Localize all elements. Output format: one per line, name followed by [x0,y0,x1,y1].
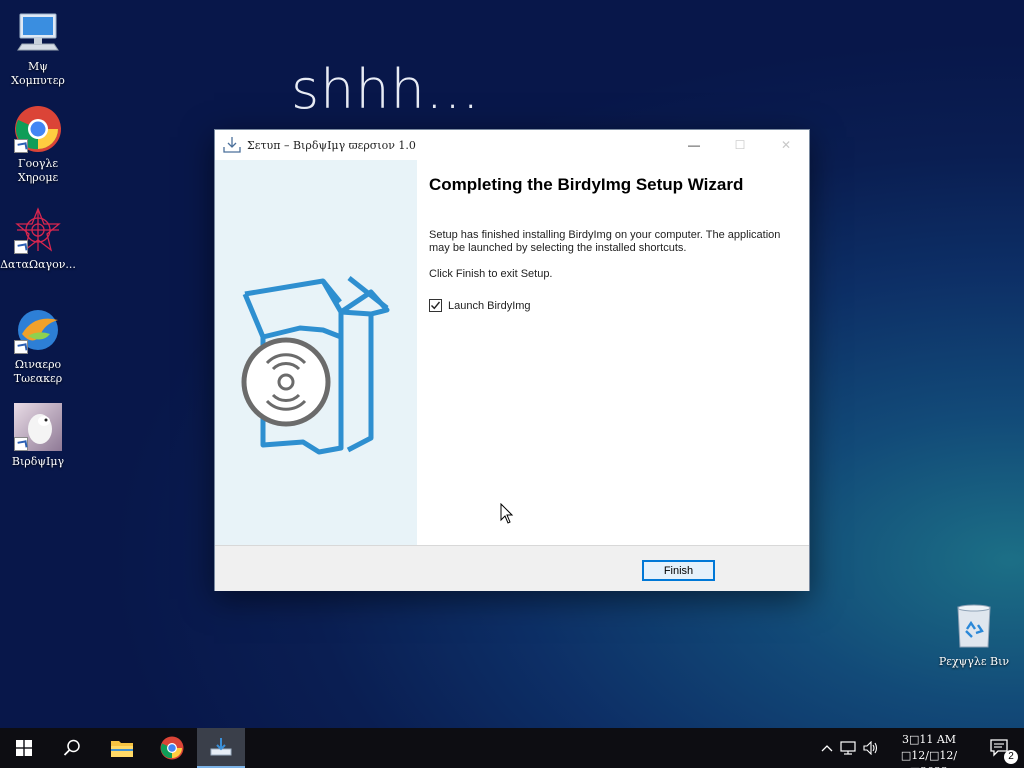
wallpaper-text: shhh... [291,58,481,121]
wizard-footer: Finish [215,545,809,591]
wizard-side-panel [215,160,417,545]
mouse-cursor-icon [500,502,514,530]
install-complete-text: Setup has finished installing BirdyImg o… [429,229,781,254]
clock[interactable]: 3□11 AM □12/□12/□2022 [884,732,974,768]
datawagon-icon [14,206,62,254]
taskbar-file-explorer[interactable] [98,728,146,768]
shortcut-arrow-icon [14,340,28,354]
start-button[interactable] [0,728,48,768]
computer-icon [14,8,62,56]
wizard-heading: Completing the BirdyImg Setup Wizard [429,175,744,194]
desktop-icon-google-chrome[interactable]: Γοογλε Χηρομε [0,105,76,185]
launch-checkbox[interactable] [429,299,442,312]
birdyimg-icon [14,403,62,451]
taskbar-chrome[interactable] [148,728,196,768]
title-bar[interactable]: Σετυπ – ΒιρδψΙμγ ϖερσιον 1.0 — ☐ ✕ [215,130,809,160]
notification-count-badge: 2 [1004,750,1018,764]
search-icon [63,739,80,756]
taskbar-setup[interactable] [197,728,245,768]
setup-icon [223,136,241,154]
show-hidden-icons-button[interactable] [818,744,836,752]
minimize-button[interactable]: — [671,130,717,160]
network-button[interactable] [836,741,860,755]
launch-checkbox-row[interactable]: Launch BirdyImg [429,299,799,312]
desktop-icon-label: Γοογλε Χηρομε [17,157,59,184]
winaero-tweaker-icon [14,306,62,354]
desktop-icon-datawagon[interactable]: ΔαταΩαγον... [0,206,76,272]
shortcut-arrow-icon [14,437,28,451]
chrome-icon [14,105,62,153]
speaker-icon [863,741,878,755]
desktop-icon-recycle-bin[interactable]: Ρεχψγλε Βιν [936,603,1012,669]
clock-time: 3□11 AM [901,733,957,746]
taskbar: 3□11 AM □12/□12/□2022 2 [0,728,1024,768]
file-explorer-icon [111,741,133,757]
wizard-content: Completing the BirdyImg Setup Wizard Set… [429,160,799,312]
chevron-up-icon [821,745,833,752]
start-icon [16,740,32,756]
desktop-icon-label: Ωιναερο Τωεακερ [13,358,63,385]
recycle-bin-icon [950,603,998,651]
software-box-icon [241,276,390,455]
desktop-icon-label: ΔαταΩαγον... [0,258,76,271]
close-button: ✕ [780,138,792,152]
volume-button[interactable] [860,741,882,755]
clock-date: □12/□12/□2022 [900,749,958,768]
action-center-button[interactable]: 2 [976,728,1024,768]
shortcut-arrow-icon [14,139,28,153]
launch-checkbox-label[interactable]: Launch BirdyImg [448,300,531,312]
shortcut-arrow-icon [14,240,28,254]
desktop-icon-label: Ρεχψγλε Βιν [938,655,1010,668]
checkmark-icon [431,301,441,310]
desktop-icon-my-computer[interactable]: Μψ Χομπυτερ [0,8,76,88]
desktop-icon-label: Μψ Χομπυτερ [11,60,65,87]
system-tray [818,728,882,768]
finish-button[interactable]: Finish [642,560,715,581]
chrome-icon [160,736,184,760]
desktop-icon-label: ΒιρδψΙμγ [11,455,65,468]
exit-instruction-text: Click Finish to exit Setup. [429,268,553,280]
desktop-icon-birdyimg[interactable]: ΒιρδψΙμγ [0,403,76,469]
setup-icon [210,738,232,756]
maximize-button: ☐ [734,138,746,152]
desktop-icon-winaero-tweaker[interactable]: Ωιναερο Τωεακερ [0,306,76,386]
search-button[interactable] [48,728,96,768]
network-icon [840,741,856,755]
window-title: Σετυπ – ΒιρδψΙμγ ϖερσιον 1.0 [247,138,416,152]
